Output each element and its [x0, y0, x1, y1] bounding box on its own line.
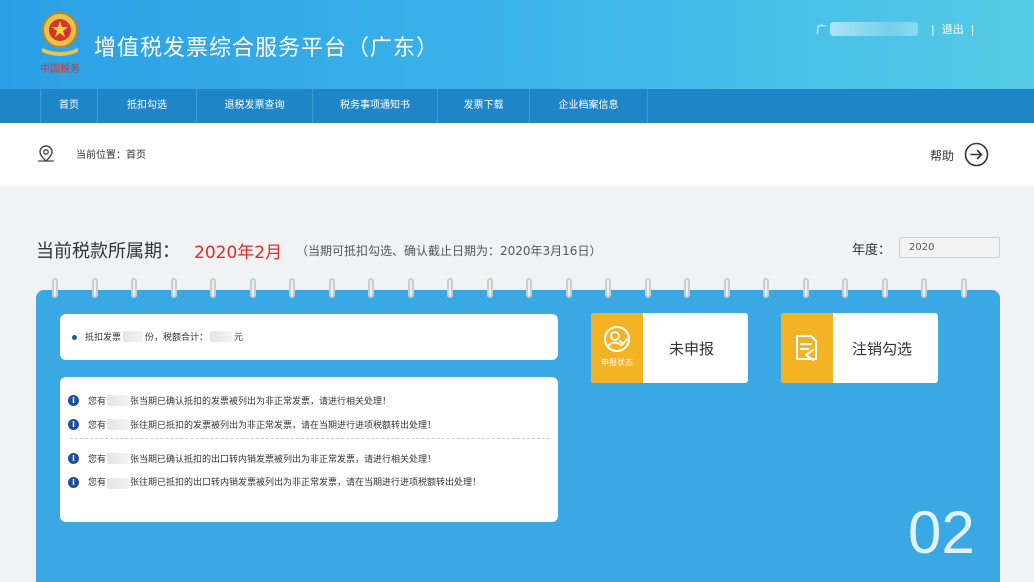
main-nav: 首页 抵扣勾选 退税发票查询 税务事项通知书 发票下载 企业档案信息 [0, 89, 1034, 123]
binder-ring [605, 278, 611, 298]
notice-text: 张往期已抵扣的出口转内销发票被列出为非正常发票，请在当期进行进项税额转出处理！ [130, 478, 482, 488]
site-title: 增值税发票综合服务平台（广东） [94, 36, 440, 61]
period-value: 2020年2月 [194, 243, 283, 263]
nav-item-tax-notice[interactable]: 税务事项通知书 [313, 89, 438, 123]
status-icon-label: 申报状态 [601, 358, 633, 367]
binder-ring [644, 278, 651, 298]
summary-amount-redacted [210, 331, 233, 342]
notice-prefix: 您有 [88, 455, 107, 465]
summary-amount-unit: 元 [234, 333, 244, 343]
summary-count-redacted [123, 331, 144, 342]
cancel-selection-label: 注销勾选 [852, 340, 913, 358]
help-link[interactable]: 帮助 [930, 147, 954, 164]
binder-ring [684, 278, 690, 298]
separator: | [931, 22, 935, 36]
location-icon [38, 145, 54, 162]
nav-item-refund-invoice-query[interactable]: 退税发票查询 [197, 89, 313, 123]
binder-ring [289, 278, 295, 298]
status-icon-box: 申报状态 [591, 313, 643, 383]
status-value: 未申报 [669, 340, 715, 358]
binder-ring [91, 278, 98, 298]
cancel-selection-card[interactable]: 注销勾选 [781, 313, 938, 383]
nav-item-enterprise-info[interactable]: 企业档案信息 [530, 89, 648, 123]
status-person-icon [604, 326, 630, 352]
notice-item[interactable]: 您有 张当期已确认抵扣的发票被列出为非正常发票，请进行相关处理！ [88, 394, 391, 407]
cancel-doc-icon [796, 335, 817, 361]
binder-ring [565, 278, 572, 298]
user-name-redacted[interactable] [830, 22, 918, 36]
tax-emblem-logo: 中国税务 [40, 12, 80, 75]
breadcrumb-bar: 当前位置：首页 帮助 [0, 123, 1034, 186]
binder-ring [249, 278, 256, 298]
info-icon: i [68, 395, 79, 406]
notice-count-redacted [107, 395, 130, 406]
bullet-dot [72, 335, 77, 340]
info-icon: i [68, 419, 79, 430]
binder-ring [131, 278, 137, 298]
binder-ring [526, 278, 532, 298]
user-name-prefix: 广 [816, 23, 827, 36]
summary-count-unit: 份，税额合计： [145, 333, 209, 343]
notice-prefix: 您有 [88, 397, 107, 407]
nav-item-home[interactable]: 首页 [40, 89, 98, 123]
summary-prefix: 抵扣发票 [85, 333, 122, 343]
binder-ring [763, 278, 769, 298]
binder-ring [842, 278, 848, 298]
year-select[interactable]: 2020 [899, 237, 1000, 258]
notice-text: 张往期已抵扣的发票被列出为非正常发票，请在当期进行进项税额转出处理！ [130, 421, 437, 431]
header-bar: 中国税务 增值税发票综合服务平台（广东） 广 | 退出 | [0, 0, 1034, 89]
binder-ring [486, 278, 493, 298]
binder-ring [723, 278, 730, 298]
notice-count-redacted [107, 419, 130, 430]
notice-prefix: 您有 [88, 421, 107, 431]
year-label: 年度： [852, 243, 892, 258]
binder-ring [170, 278, 177, 298]
notice-count-redacted [107, 477, 130, 489]
user-area: 广 | 退出 | [816, 20, 981, 38]
page-number: 02 [908, 499, 975, 566]
nav-item-deduction-select[interactable]: 抵扣勾选 [98, 89, 197, 123]
notice-item[interactable]: 您有 张当期已确认抵扣的出口转内销发票被列出为非正常发票，请进行相关处理！ [88, 452, 436, 465]
notice-item[interactable]: 您有 张往期已抵扣的发票被列出为非正常发票，请在当期进行进项税额转出处理！ [88, 418, 436, 431]
nav-item-invoice-download[interactable]: 发票下载 [438, 89, 530, 123]
breadcrumb: 当前位置：首页 [76, 150, 146, 161]
emblem-caption: 中国税务 [40, 62, 80, 75]
binder-ring [407, 278, 414, 298]
notice-count-redacted [107, 453, 130, 464]
separator: | [970, 22, 975, 36]
period-note: （当期可抵扣勾选、确认截止日期为：2020年3月16日） [296, 244, 602, 258]
binder-ring [921, 278, 927, 298]
notice-text: 张当期已确认抵扣的出口转内销发票被列出为非正常发票，请进行相关处理！ [130, 455, 437, 465]
binder-ring [960, 278, 967, 298]
info-icon: i [68, 477, 79, 488]
info-icon: i [68, 453, 79, 464]
binder-ring [368, 278, 374, 298]
declaration-status-card[interactable]: 申报状态 未申报 [591, 313, 748, 383]
period-label: 当前税款所属期： [36, 241, 180, 262]
binder-ring [52, 278, 58, 298]
binder-ring [802, 278, 809, 298]
notice-item[interactable]: 您有 张往期已抵扣的出口转内销发票被列出为非正常发票，请在当期进行进项税额转出处… [88, 476, 548, 490]
summary-text: 抵扣发票 份，税额合计： 元 [85, 330, 243, 343]
binder-ring [881, 278, 888, 298]
arrow-right-circle-icon[interactable] [964, 142, 989, 167]
notice-divider [70, 438, 550, 439]
cancel-icon-box [781, 313, 833, 383]
binder-ring [447, 278, 453, 298]
notice-prefix: 您有 [88, 478, 107, 488]
summary-card: 抵扣发票 份，税额合计： 元 [60, 314, 558, 360]
binder-ring [328, 278, 335, 298]
notice-text: 张当期已确认抵扣的发票被列出为非正常发票，请进行相关处理！ [130, 397, 392, 407]
binder-ring [210, 278, 216, 298]
logout-link[interactable]: 退出 [942, 21, 964, 37]
